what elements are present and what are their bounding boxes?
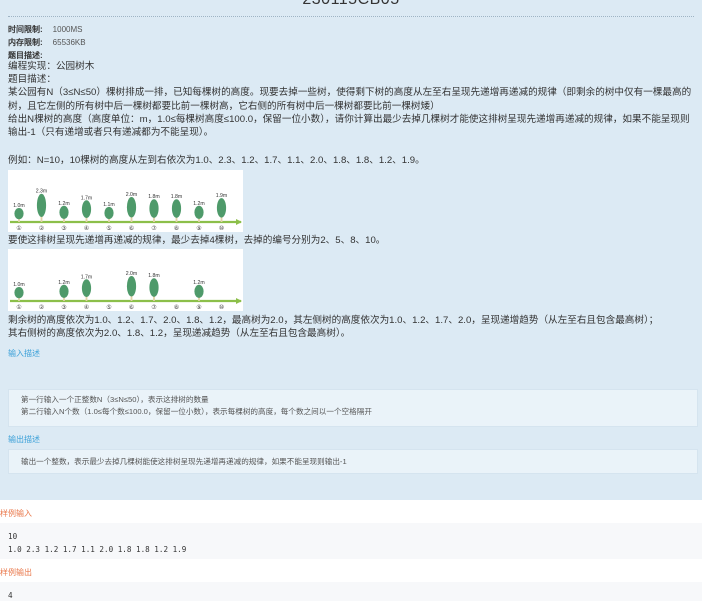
tree-height-label: 1.9m	[216, 193, 228, 199]
tree-number: ①	[16, 304, 21, 311]
tree-number: ①	[16, 225, 21, 232]
tree-height-label: 1.7m	[81, 274, 93, 280]
tree-figure-result: ① 1.0m ② ③ 1.2m ④ 1.7m ⑤ ⑥ 2.0m ⑦ 1.8m ⑧ ⑨ 1.2m ⑩	[8, 249, 243, 311]
ground-arrow	[236, 298, 242, 304]
tree-number: ②	[39, 225, 45, 232]
output-desc-line-1: 输出一个整数，表示最少去掉几棵树能使这排树呈现先递增再递减的规律，如果不能呈现则…	[21, 457, 347, 466]
desc-line-2: 题目描述：	[8, 74, 56, 86]
tree-height-label: 1.2m	[58, 201, 70, 207]
tree-number: ⑤	[106, 304, 111, 311]
time-limit-label: 时间限制:	[8, 25, 43, 34]
tree-height-label: 2.0m	[126, 271, 138, 277]
conclusion-text: 剩余树的高度依次为1.0、1.2、1.7、2.0、1.8、1.2，最高树为2.0…	[8, 314, 696, 340]
tree-height-label: 1.2m	[193, 280, 205, 286]
desc-para-1: 某公园有N（3≤N≤50）棵树排成一排，已知每棵树的高度。现要去掉一些树，使得剩…	[8, 87, 692, 112]
tree-number: ④	[84, 225, 89, 232]
tree-number: ⑨	[196, 304, 201, 311]
tree-number: ⑩	[219, 304, 224, 311]
tree-number: ③	[61, 225, 66, 232]
example-line: 例如：N=10，10棵树的高度从左到右依次为1.0、2.3、1.2、1.7、1.…	[8, 155, 425, 166]
tree-foliage	[194, 284, 204, 298]
memory-limit-row: 内存限制: 65536KB	[8, 37, 86, 48]
tree-figure-original-svg: ① 1.0m ② 2.3m ③ 1.2m ④ 1.7m ⑤ 1.1m ⑥ 2.0m ⑦ 1.8m ⑧ 1.8m…	[10, 189, 242, 232]
tree-height-label: 1.2m	[58, 280, 70, 286]
output-section-box: 输出一个整数，表示最少去掉几棵树能使这排树呈现先递增再递减的规律，如果不能呈现则…	[8, 449, 698, 474]
conclusion-line-2: 其右侧树的高度依次为2.0、1.8、1.2，呈现递减趋势（从左至右且包含最高树）…	[8, 328, 351, 340]
tree-foliage	[149, 278, 159, 297]
after-removal-text: 要使这排树呈现先递增再递减的规律，最少去掉4棵树，去掉的编号分别为2、5、8、1…	[8, 234, 696, 247]
tree-foliage	[14, 208, 24, 220]
tree-number: ⑩	[219, 225, 224, 232]
conclusion-line-1: 剩余树的高度依次为1.0、1.2、1.7、2.0、1.8、1.2，最高树为2.0…	[8, 315, 659, 326]
input-desc-line-1: 第一行输入一个正整数N（3≤N≤50），表示这排树的数量	[21, 395, 209, 404]
tree-number: ⑥	[129, 225, 134, 232]
tree-foliage	[216, 198, 227, 218]
tree-number: ⑦	[151, 225, 157, 232]
tree-number: ③	[61, 304, 66, 311]
tree-number: ④	[84, 304, 89, 311]
output-section-label: 输出描述	[8, 435, 40, 444]
tree-height-label: 1.8m	[171, 194, 183, 200]
tree-foliage	[126, 197, 137, 218]
tree-foliage	[14, 287, 24, 299]
tree-height-label: 1.8m	[148, 273, 160, 279]
tree-height-label: 1.0m	[13, 282, 25, 288]
tree-height-label: 1.1m	[103, 202, 115, 208]
sample-input-line-1: 10	[8, 532, 18, 541]
sample-input-label: 样例输入	[0, 509, 32, 518]
tree-foliage	[171, 199, 182, 218]
input-section-label: 输入描述	[8, 349, 40, 358]
ground-arrow	[236, 219, 242, 225]
tree-foliage	[104, 206, 114, 220]
tree-foliage	[81, 200, 92, 219]
tree-height-label: 1.2m	[193, 201, 205, 207]
sample-output-label: 样例输出	[0, 568, 32, 577]
time-limit-row: 时间限制: 1000MS	[8, 24, 82, 35]
problem-description: 编程实现：公园树木 题目描述： 某公园有N（3≤N≤50）棵树排成一排，已知每棵…	[8, 60, 696, 139]
tree-number: ⑥	[129, 304, 134, 311]
input-section-box: 第一行输入一个正整数N（3≤N≤50），表示这排树的数量 第二行输入N个数（1.…	[8, 389, 698, 427]
tree-height-label: 1.7m	[81, 195, 93, 201]
tree-foliage	[36, 193, 47, 217]
tree-foliage	[59, 205, 69, 219]
description-label: 题目描述:	[8, 51, 43, 60]
tree-number: ⑦	[151, 304, 157, 311]
tree-number: ⑧	[174, 225, 179, 232]
tree-number: ②	[39, 304, 45, 311]
tree-height-label: 1.0m	[13, 203, 25, 209]
sample-input-box: 10 1.0 2.3 1.2 1.7 1.1 2.0 1.8 1.8 1.2 1…	[0, 523, 702, 559]
example-text: 例如：N=10，10棵树的高度从左到右依次为1.0、2.3、1.2、1.7、1.…	[8, 154, 696, 167]
tree-foliage	[59, 284, 69, 298]
sample-output-box: 4	[0, 582, 702, 601]
memory-limit-value: 65536KB	[52, 38, 86, 47]
tree-number: ⑧	[174, 304, 179, 311]
tree-figure-original: ① 1.0m ② 2.3m ③ 1.2m ④ 1.7m ⑤ 1.1m ⑥ 2.0m ⑦ 1.8m ⑧ 1.8m…	[8, 170, 243, 232]
memory-limit-label: 内存限制:	[8, 38, 43, 47]
tree-height-label: 2.3m	[36, 189, 48, 195]
tree-height-label: 2.0m	[126, 192, 138, 198]
sample-output-line-1: 4	[8, 591, 13, 600]
tree-foliage	[149, 199, 159, 218]
tree-foliage	[81, 279, 92, 298]
title-divider	[8, 16, 694, 17]
desc-para-2: 给出N棵树的高度（高度单位：m，1.0≤每棵树高度≤100.0，保留一位小数），…	[8, 113, 690, 139]
after-line-1: 要使这排树呈现先递增再递减的规律，最少去掉4棵树，去掉的编号分别为2、5、8、1…	[8, 235, 386, 246]
problem-title: 230115CB05	[0, 0, 702, 9]
tree-number: ⑤	[106, 225, 111, 232]
tree-figure-result-svg: ① 1.0m ② ③ 1.2m ④ 1.7m ⑤ ⑥ 2.0m ⑦ 1.8m ⑧ ⑨ 1.2m ⑩	[10, 271, 242, 311]
tree-height-label: 1.8m	[148, 194, 160, 200]
sample-input-line-2: 1.0 2.3 1.2 1.7 1.1 2.0 1.8 1.8 1.2 1.9	[8, 545, 187, 554]
input-desc-line-2: 第二行输入N个数（1.0≤每个数≤100.0，保留一位小数），表示每棵树的高度，…	[21, 407, 372, 416]
tree-number: ⑨	[196, 225, 201, 232]
tree-foliage	[126, 276, 137, 297]
time-limit-value: 1000MS	[52, 25, 83, 34]
desc-line-1: 编程实现：公园树木	[8, 61, 95, 72]
tree-foliage	[194, 205, 204, 219]
